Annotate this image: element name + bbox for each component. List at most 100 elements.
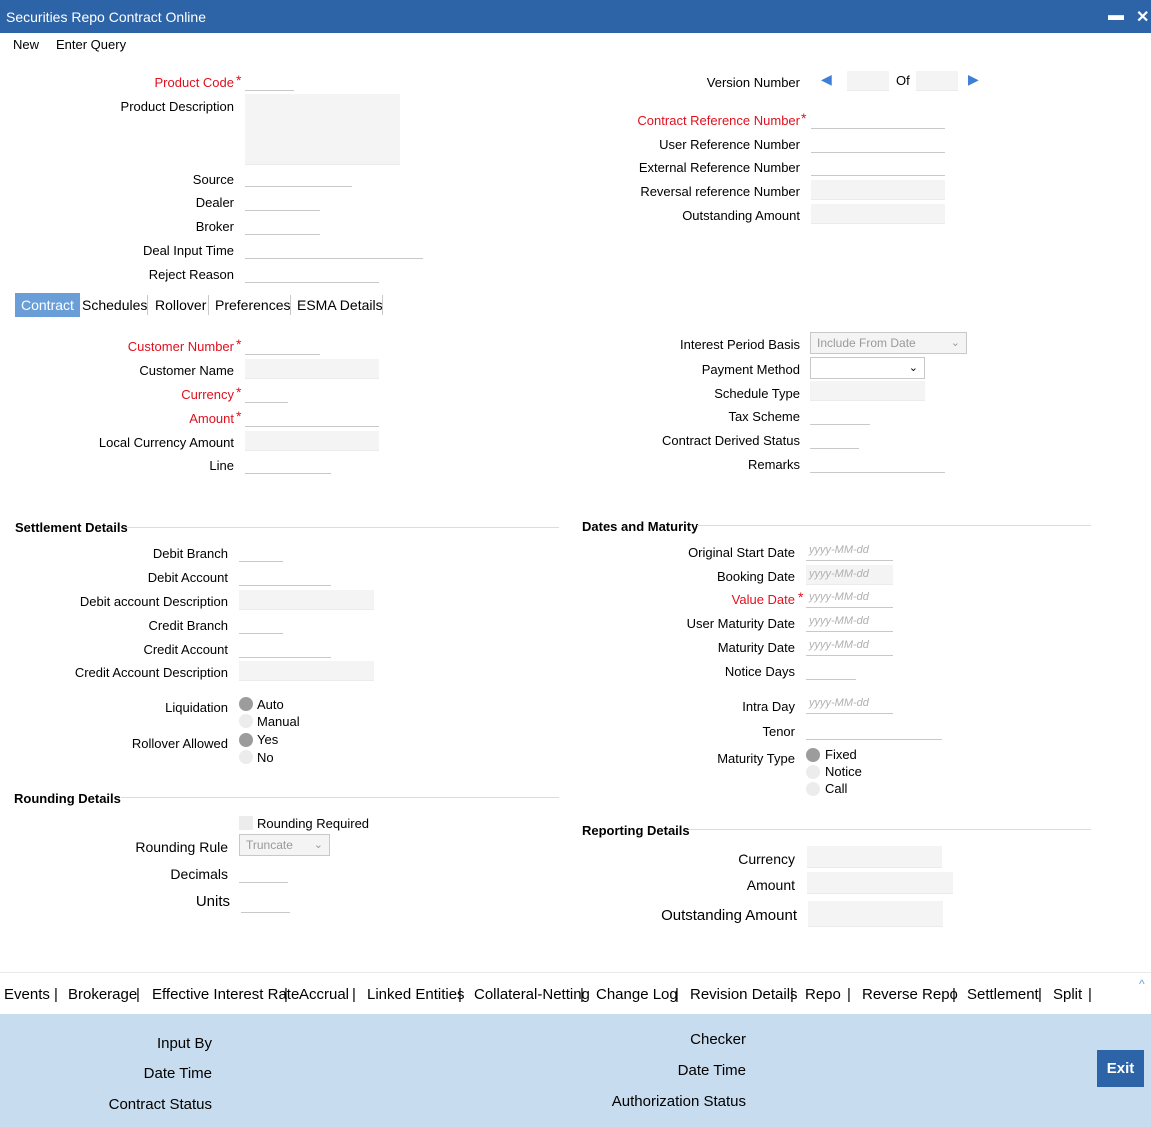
booking-date-label: Booking Date xyxy=(716,569,795,584)
subsystem-reverse-repo[interactable]: Reverse Repo xyxy=(862,986,958,1003)
remarks-input[interactable] xyxy=(810,453,945,473)
subsystem-effective-interest-rate[interactable]: Effective Interest Rate xyxy=(152,986,299,1003)
subsystem-linked-entities[interactable]: Linked Entities xyxy=(367,986,465,1003)
subsystem-accrual[interactable]: Accrual xyxy=(299,986,349,1003)
line-input[interactable] xyxy=(245,454,331,474)
minimize-icon[interactable]: ▬ xyxy=(1108,7,1124,25)
deal-input-time-input[interactable] xyxy=(245,239,423,259)
reversal-reference-number-label: Reversal reference Number xyxy=(640,184,800,199)
menu-new[interactable]: New xyxy=(13,37,39,52)
debit-branch-label: Debit Branch xyxy=(152,546,228,561)
contract-derived-status-input[interactable] xyxy=(810,429,859,449)
tax-scheme-input[interactable] xyxy=(810,405,870,425)
broker-label: Broker xyxy=(195,219,234,234)
next-version-icon[interactable]: ▶ xyxy=(968,71,979,88)
source-input[interactable] xyxy=(245,167,352,187)
maturity-call-label: Call xyxy=(825,781,848,796)
subsystem-events[interactable]: Events xyxy=(4,986,50,1003)
units-input[interactable] xyxy=(241,893,290,913)
subsystem-revision-details[interactable]: Revision Details xyxy=(690,986,798,1003)
close-icon[interactable]: ✕ xyxy=(1136,7,1149,27)
original-start-date-input[interactable]: yyyy-MM-dd xyxy=(806,541,893,561)
chevron-up-icon[interactable]: ^ xyxy=(1139,977,1145,991)
tab-divider: | xyxy=(1088,986,1092,1003)
rounding-rule-select[interactable]: Truncate ⌄ xyxy=(239,834,330,856)
decimals-input[interactable] xyxy=(239,863,288,883)
product-code-input[interactable] xyxy=(245,71,294,91)
schedule-type-label: Schedule Type xyxy=(714,386,800,401)
tenor-input[interactable] xyxy=(806,720,942,740)
subsystem-tab-bar: Events | Brokerage | Effective Interest … xyxy=(0,972,1151,1014)
rounding-required-checkbox[interactable] xyxy=(239,816,253,830)
broker-input[interactable] xyxy=(245,215,320,235)
of-label: Of xyxy=(896,73,910,88)
maturity-fixed-radio[interactable] xyxy=(806,748,820,762)
contract-reference-number-input[interactable] xyxy=(811,109,945,129)
intra-day-input[interactable]: yyyy-MM-dd xyxy=(806,694,893,714)
customer-number-label: Customer Number xyxy=(127,339,234,354)
subsystem-settlement[interactable]: Settlement xyxy=(967,986,1039,1003)
rollover-no-radio[interactable] xyxy=(239,750,253,764)
debit-account-description-label: Debit account Description xyxy=(79,594,228,609)
reporting-amount-label: Amount xyxy=(746,877,795,893)
window-title: Securities Repo Contract Online xyxy=(6,9,206,25)
maturity-notice-radio[interactable] xyxy=(806,765,820,779)
tab-rollover[interactable]: Rollover xyxy=(149,293,212,317)
contract-derived-status-label: Contract Derived Status xyxy=(661,433,800,448)
debit-account-input[interactable] xyxy=(239,566,331,586)
credit-account-input[interactable] xyxy=(239,638,331,658)
tab-divider: | xyxy=(352,986,356,1003)
debit-account-description-field xyxy=(239,590,374,610)
previous-version-icon[interactable]: ◀ xyxy=(821,71,832,88)
section-divider xyxy=(689,829,1091,830)
credit-branch-input[interactable] xyxy=(239,614,283,634)
required-marker: * xyxy=(236,408,242,424)
reporting-outstanding-amount-field xyxy=(808,901,943,927)
tab-contract[interactable]: Contract xyxy=(15,293,80,317)
liquidation-manual-radio[interactable] xyxy=(239,714,253,728)
version-number-label: Version Number xyxy=(706,75,800,90)
interest-period-basis-select[interactable]: Include From Date ⌄ xyxy=(810,332,967,354)
tab-divider: | xyxy=(952,986,956,1003)
liquidation-auto-radio[interactable] xyxy=(239,697,253,711)
subsystem-split[interactable]: Split xyxy=(1053,986,1082,1003)
payment-method-select[interactable]: ⌄ xyxy=(810,357,925,379)
external-reference-number-input[interactable] xyxy=(811,156,945,176)
subsystem-brokerage[interactable]: Brokerage xyxy=(68,986,137,1003)
subsystem-repo[interactable]: Repo xyxy=(805,986,841,1003)
debit-branch-input[interactable] xyxy=(239,542,283,562)
maturity-call-radio[interactable] xyxy=(806,782,820,796)
subsystem-change-log[interactable]: Change Log xyxy=(596,986,678,1003)
notice-days-input[interactable] xyxy=(806,660,856,680)
chevron-down-icon: ⌄ xyxy=(950,337,960,349)
contract-status-label: Contract Status xyxy=(108,1096,212,1113)
reject-reason-label: Reject Reason xyxy=(148,267,234,282)
menu-enter-query[interactable]: Enter Query xyxy=(56,37,126,52)
tab-preferences[interactable]: Preferences xyxy=(209,293,296,317)
contract-reference-number-label: Contract Reference Number xyxy=(637,113,800,128)
exit-button[interactable]: Exit xyxy=(1097,1050,1144,1087)
customer-number-input[interactable] xyxy=(245,335,320,355)
value-date-input[interactable]: yyyy-MM-dd xyxy=(806,588,893,608)
customer-name-label: Customer Name xyxy=(139,363,234,378)
user-maturity-date-input[interactable]: yyyy-MM-dd xyxy=(806,612,893,632)
tab-divider: | xyxy=(675,986,679,1003)
product-description-label: Product Description xyxy=(120,99,234,114)
reject-reason-input[interactable] xyxy=(245,263,379,283)
outstanding-amount-label: Outstanding Amount xyxy=(682,208,800,223)
currency-input[interactable] xyxy=(245,383,288,403)
maturity-date-label: Maturity Date xyxy=(717,640,795,655)
tab-divider: | xyxy=(580,986,584,1003)
chevron-down-icon: ⌄ xyxy=(313,839,323,851)
user-reference-number-input[interactable] xyxy=(811,133,945,153)
dealer-input[interactable] xyxy=(245,191,320,211)
subsystem-collateral-netting[interactable]: Collateral-Netting xyxy=(474,986,590,1003)
rollover-yes-radio[interactable] xyxy=(239,733,253,747)
maturity-date-input[interactable]: yyyy-MM-dd xyxy=(806,636,893,656)
schedule-type-field xyxy=(810,381,925,401)
amount-input[interactable] xyxy=(245,407,379,427)
tab-divider xyxy=(382,295,383,315)
tab-divider: | xyxy=(1038,986,1042,1003)
tab-schedules[interactable]: Schedules xyxy=(76,293,153,317)
tab-esma-details[interactable]: ESMA Details xyxy=(291,293,389,317)
